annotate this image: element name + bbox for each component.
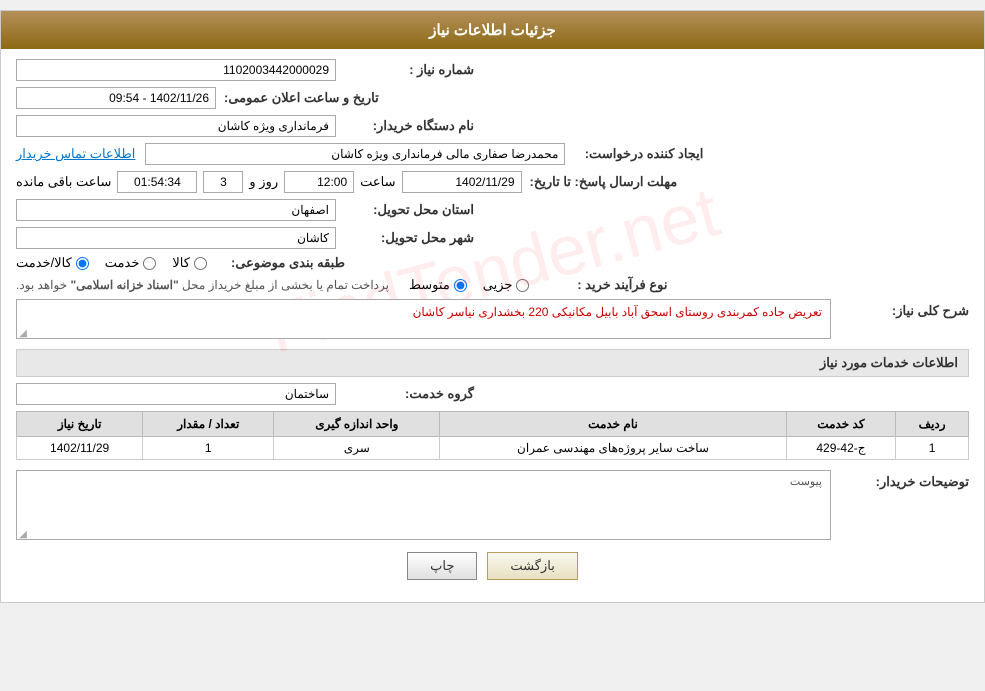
radio-khedmat-label: خدمت [105,255,140,271]
col-name: نام خدمت [440,412,786,437]
col-radif: ردیف [896,412,969,437]
page-header: جزئیات اطلاعات نیاز [1,11,984,49]
cell-radif: 1 [896,437,969,460]
shahr-label: شهر محل تحویل: [344,230,474,246]
ijad-konande-label: ایجاد کننده درخواست: [573,146,703,162]
shomara-niaz-value: 1102003442000029 [16,59,336,81]
radio-jozii-item: جزیی [483,277,530,293]
col-count: تعداد / مقدار [143,412,274,437]
tosihaat-wrapper: توضیحات خریدار: پیوست ◢ [16,470,969,540]
resize-handle-icon[interactable]: ◢ [17,328,27,338]
mohlet-roz-value: 3 [203,171,243,193]
tosihaat-inner-label: پیوست [790,475,822,488]
mohlet-label: مهلت ارسال پاسخ: تا تاریخ: [530,174,678,190]
farayand-label: نوع فرآیند خرید : [537,277,667,293]
cell-code: ج-42-429 [786,437,896,460]
radio-khedmat-item: خدمت [105,255,157,271]
nam-dastgah-value: فرمانداری ویژه کاشان [16,115,336,137]
goroh-khedmat-value: ساختمان [16,383,336,405]
mohlet-row: مهلت ارسال پاسخ: تا تاریخ: 1402/11/29 سا… [16,171,969,193]
col-date: تاریخ نیاز [17,412,143,437]
shomara-niaz-label: شماره نیاز : [344,62,474,78]
print-button[interactable]: چاپ [407,552,477,580]
tarikh-value: 1402/11/26 - 09:54 [16,87,216,109]
cell-unit: سری [274,437,440,460]
notice-text: پرداخت تمام یا بخشی از مبلغ خریداز محل "… [16,278,389,292]
radio-motevaset-input[interactable] [454,279,467,292]
mohlet-baqi-label: ساعت باقی مانده [16,174,111,190]
radio-motevaset-label: متوسط [409,277,450,293]
mohlet-saat-value: 12:00 [284,171,354,193]
shomara-niaz-row: شماره نیاز : 1102003442000029 [16,59,969,81]
goroh-khedmat-row: گروه خدمت: ساختمان [16,383,969,405]
table-header-row: ردیف کد خدمت نام خدمت واحد اندازه گیری ت… [17,412,969,437]
services-table: ردیف کد خدمت نام خدمت واحد اندازه گیری ت… [16,411,969,460]
sharh-value: تعریض جاده کمربندی روستای اسحق آباد بابی… [413,305,822,319]
nam-dastgah-row: نام دستگاه خریدار: فرمانداری ویژه کاشان [16,115,969,137]
radio-khedmat-input[interactable] [143,257,156,270]
cell-count: 1 [143,437,274,460]
tosihaat-inner: پیوست ◢ [16,470,831,540]
farayand-radio-group: جزیی متوسط پرداخت تمام یا بخشی از مبلغ خ… [16,277,529,293]
tarikh-label: تاریخ و ساعت اعلان عمومی: [224,90,379,106]
sharh-inner: تعریض جاده کمربندی روستای اسحق آباد بابی… [16,299,831,339]
sharh-row: شرح کلی نیاز: تعریض جاده کمربندی روستای … [16,299,969,339]
btn-row: بازگشت چاپ [16,552,969,580]
sharh-box: تعریض جاده کمربندی روستای اسحق آباد بابی… [16,299,831,339]
radio-jozii-label: جزیی [483,277,513,293]
farayand-row: نوع فرآیند خرید : جزیی متوسط پرداخت تمام… [16,277,969,293]
tosihaat-box: پیوست ◢ [16,470,831,540]
back-button[interactable]: بازگشت [487,552,577,580]
col-code: کد خدمت [786,412,896,437]
radio-motevaset-item: متوسط [409,277,467,293]
ijad-konande-value: محمدرضا صفاری مالی فرمانداری ویژه کاشان [145,143,565,165]
cell-name: ساخت سایر پروژه‌های مهندسی عمران [440,437,786,460]
tabaye-row: طبقه بندی موضوعی: کالا خدمت کالا/خدمت [16,255,969,271]
tarikh-row: تاریخ و ساعت اعلان عمومی: 1402/11/26 - 0… [16,87,969,109]
mohlet-saat-label: ساعت [360,174,395,190]
col-unit: واحد اندازه گیری [274,412,440,437]
mohlet-date: 1402/11/29 [402,171,522,193]
radio-kala-khedmat-item: کالا/خدمت [16,255,89,271]
tosihaat-label: توضیحات خریدار: [839,474,969,490]
tabaye-radio-group: کالا خدمت کالا/خدمت [16,255,207,271]
goroh-khedmat-label: گروه خدمت: [344,386,474,402]
radio-kala-khedmat-input[interactable] [76,257,89,270]
radio-kala-label: کالا [172,255,190,271]
tabaye-label: طبقه بندی موضوعی: [215,255,345,271]
etelaat-link[interactable]: اطلاعات تماس خریدار [16,146,135,162]
mohlet-countdown: 01:54:34 [117,171,197,193]
tosihaat-resize-icon[interactable]: ◢ [17,529,27,539]
mohlet-roz-label: روز و [249,174,278,190]
radio-kala-khedmat-label: کالا/خدمت [16,255,72,271]
khadamat-section-header: اطلاعات خدمات مورد نیاز [16,349,969,377]
ostan-label: استان محل تحویل: [344,202,474,218]
content-area: FindTender.net شماره نیاز : 110200344200… [1,49,984,602]
table-row: 1ج-42-429ساخت سایر پروژه‌های مهندسی عمرا… [17,437,969,460]
radio-jozii-input[interactable] [516,279,529,292]
radio-kala-input[interactable] [194,257,207,270]
ostan-value: اصفهان [16,199,336,221]
shahr-row: شهر محل تحویل: کاشان [16,227,969,249]
ostan-row: استان محل تحویل: اصفهان [16,199,969,221]
radio-kala-item: کالا [172,255,207,271]
ijad-konande-row: ایجاد کننده درخواست: محمدرضا صفاری مالی … [16,143,969,165]
cell-date: 1402/11/29 [17,437,143,460]
sharh-label: شرح کلی نیاز: [839,303,969,319]
page-title: جزئیات اطلاعات نیاز [429,22,556,39]
shahr-value: کاشان [16,227,336,249]
page-wrapper: جزئیات اطلاعات نیاز FindTender.net شماره… [0,10,985,603]
nam-dastgah-label: نام دستگاه خریدار: [344,118,474,134]
